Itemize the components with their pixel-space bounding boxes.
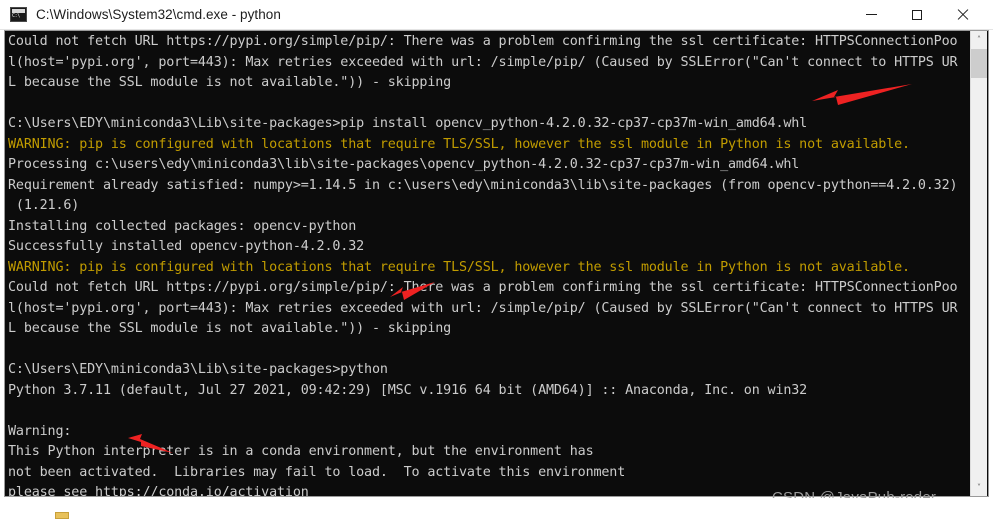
scroll-down-arrow-icon[interactable]: ˅ (971, 479, 987, 496)
close-button[interactable] (940, 0, 986, 29)
console-line: Could not fetch URL https://pypi.org/sim… (8, 34, 958, 49)
console-line: not been activated. Libraries may fail t… (8, 464, 626, 480)
scrollbar-thumb[interactable] (971, 49, 987, 78)
window-title: C:\Windows\System32\cmd.exe - python (36, 7, 281, 22)
minimize-icon (865, 14, 877, 15)
console-line: please see https://conda.io/activation (8, 485, 309, 497)
maximize-icon (912, 9, 922, 20)
maximize-button[interactable] (894, 0, 940, 29)
console-line: WARNING: pip is configured with location… (8, 136, 910, 152)
desktop-bottom-strip (0, 498, 993, 519)
taskbar-icon[interactable] (55, 512, 69, 519)
console-output-area[interactable]: Could not fetch URL https://pypi.org/sim… (4, 30, 989, 497)
console-line: Successfully installed opencv-python-4.2… (8, 239, 365, 254)
console-line: Warning: (8, 423, 72, 439)
console-line: Could not fetch URL https://pypi.org/sim… (8, 280, 958, 295)
console-line: This Python interpreter is in a conda en… (8, 444, 594, 459)
console-line: Requirement already satisfied: numpy>=1.… (8, 177, 958, 193)
console-line: L because the SSL module is not availabl… (8, 75, 452, 90)
console-line: Python 3.7.11 (default, Jul 27 2021, 09:… (8, 382, 808, 398)
console-line: C:\Users\EDY\miniconda3\Lib\site-package… (8, 116, 808, 131)
minimize-button[interactable] (848, 0, 894, 29)
close-icon (957, 9, 969, 21)
console-text: Could not fetch URL https://pypi.org/sim… (8, 32, 973, 497)
vertical-scrollbar[interactable]: ˄ ˅ (970, 31, 987, 496)
title-bar[interactable]: C:\Windows\System32\cmd.exe - python (0, 0, 993, 30)
console-line: Installing collected packages: opencv-py… (8, 218, 357, 234)
console-line: L because the SSL module is not availabl… (8, 321, 452, 336)
cmd-window: C:\Windows\System32\cmd.exe - python Cou… (0, 0, 993, 519)
cmd-console-icon (10, 7, 27, 22)
console-line: C:\Users\EDY\miniconda3\Lib\site-package… (8, 362, 388, 377)
console-line: l(host='pypi.org', port=443): Max retrie… (8, 300, 958, 316)
console-line: l(host='pypi.org', port=443): Max retrie… (8, 54, 958, 70)
console-line: WARNING: pip is configured with location… (8, 259, 910, 275)
console-line: (1.21.6) (8, 198, 80, 213)
console-line: Processing c:\users\edy\miniconda3\lib\s… (8, 157, 800, 172)
scroll-up-arrow-icon[interactable]: ˄ (971, 31, 987, 48)
